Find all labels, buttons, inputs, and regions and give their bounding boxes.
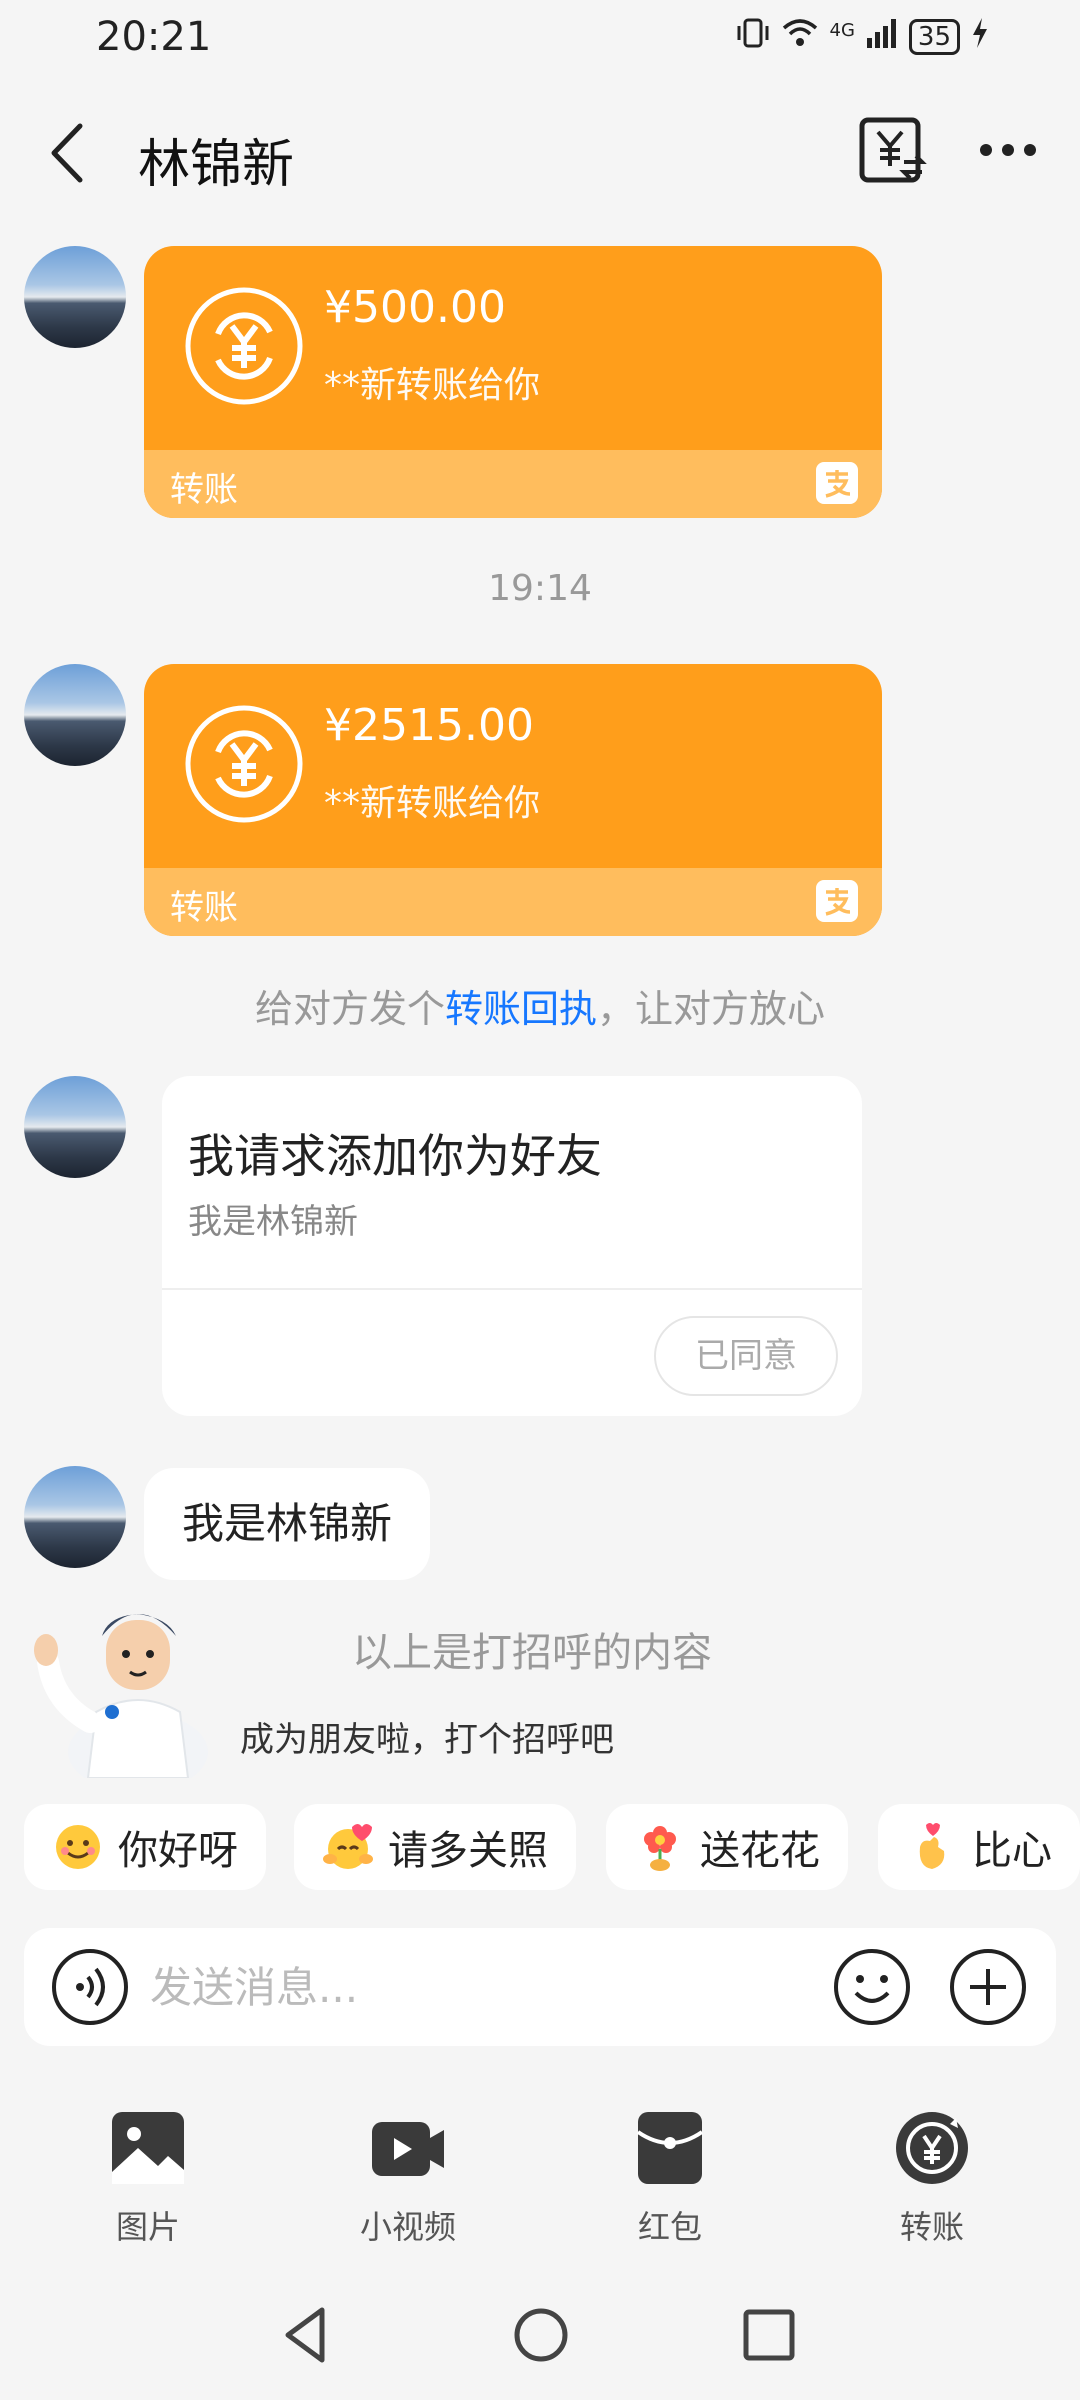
contact-avatar[interactable] <box>24 1466 126 1568</box>
quick-reply-chip[interactable]: 你好呀 <box>24 1804 266 1890</box>
time-divider: 19:14 <box>488 568 592 609</box>
transfer-icon <box>896 2112 968 2184</box>
transfer-yuan-icon <box>185 287 303 405</box>
transfer-label: 转账 <box>170 470 238 510</box>
alipay-icon <box>816 462 858 504</box>
quick-reply-label: 送花花 <box>700 1828 820 1874</box>
tool-label: 红包 <box>637 2208 702 2246</box>
finger-heart-icon <box>919 1823 945 1869</box>
quick-reply-label: 你好呀 <box>118 1828 238 1874</box>
more-dots-icon <box>980 144 1036 156</box>
transfer-receipt-button[interactable] <box>856 114 928 186</box>
vibrate-icon <box>736 16 770 58</box>
receipt-tip-suffix: ，让对方放心 <box>597 987 826 1031</box>
hug-face-icon <box>323 1824 373 1869</box>
back-button[interactable] <box>40 118 100 188</box>
status-bar: 20:21 4G 35 <box>0 0 1080 80</box>
greeting-hint: 以上是打招呼的内容 <box>352 1630 712 1676</box>
quick-reply-chip[interactable]: 比心 <box>878 1804 1080 1890</box>
divider <box>162 1288 862 1290</box>
smile-face-icon <box>56 1825 100 1869</box>
chat-header: 林锦新 <box>0 100 1080 200</box>
circle-home-icon <box>514 2308 568 2362</box>
image-icon <box>112 2112 184 2184</box>
voice-icon <box>52 1949 128 2025</box>
contact-avatar[interactable] <box>24 664 126 766</box>
network-type: 4G <box>829 19 855 41</box>
transfer-amount: ¥2515.00 <box>324 700 534 751</box>
transfer-label: 转账 <box>170 888 238 928</box>
alipay-icon <box>816 880 858 922</box>
message-input[interactable] <box>150 1952 810 2022</box>
charging-icon <box>970 16 990 58</box>
emoji-icon <box>834 1949 910 2025</box>
tool-label: 转账 <box>899 2208 964 2246</box>
wifi-icon <box>780 16 820 58</box>
transfer-description: **新转账给你 <box>324 783 541 824</box>
nav-back-button[interactable] <box>274 2300 344 2370</box>
transfer-receipt-link[interactable]: 转账回执 <box>445 987 597 1031</box>
video-icon <box>372 2122 444 2176</box>
contact-avatar[interactable] <box>24 246 126 348</box>
square-recents-icon <box>743 2309 795 2361</box>
signal-icon <box>865 16 899 58</box>
tool-red-packet[interactable]: 红包 <box>590 2110 750 2248</box>
triangle-back-icon <box>285 2307 325 2363</box>
receipt-tip-prefix: 给对方发个 <box>254 987 445 1031</box>
tool-label: 图片 <box>115 2208 180 2246</box>
battery-icon: 35 <box>908 19 960 55</box>
chat-title: 林锦新 <box>138 135 295 195</box>
more-actions-button[interactable] <box>948 1947 1028 2027</box>
transfer-yuan-icon <box>185 705 303 823</box>
quick-reply-chip[interactable]: 请多关照 <box>294 1804 576 1890</box>
red-packet-icon <box>636 2112 704 2184</box>
message-input-bar <box>24 1928 1056 2046</box>
transfer-card[interactable]: ¥500.00 **新转账给你 转账 <box>144 246 882 518</box>
tool-image[interactable]: 图片 <box>68 2110 228 2248</box>
quick-reply-chip[interactable]: 送花花 <box>606 1804 848 1890</box>
nav-home-button[interactable] <box>506 2300 576 2370</box>
greeting-subtitle: 成为朋友啦，打个招呼吧 <box>240 1720 614 1760</box>
transfer-amount: ¥500.00 <box>324 282 506 333</box>
transfer-description: **新转账给你 <box>324 365 541 406</box>
friend-request-card: 我请求添加你为好友 我是林锦新 已同意 <box>162 1076 862 1416</box>
more-options-button[interactable] <box>976 122 1040 178</box>
quick-reply-label: 比心 <box>972 1828 1052 1874</box>
voice-input-button[interactable] <box>50 1947 130 2027</box>
status-time: 20:21 <box>96 14 212 60</box>
tool-label: 小视频 <box>359 2208 456 2246</box>
friend-request-subtitle: 我是林锦新 <box>188 1202 358 1242</box>
flower-icon <box>644 1826 676 1871</box>
plus-icon <box>950 1949 1026 2025</box>
transfer-card[interactable]: ¥2515.00 **新转账给你 转账 <box>144 664 882 936</box>
tool-video[interactable]: 小视频 <box>328 2110 488 2248</box>
tool-transfer[interactable]: 转账 <box>852 2110 1012 2248</box>
receipt-yuan-icon <box>859 117 927 183</box>
text-message-bubble[interactable]: 我是林锦新 <box>144 1468 431 1580</box>
nav-recents-button[interactable] <box>734 2300 804 2370</box>
agreed-button: 已同意 <box>654 1316 838 1396</box>
chevron-left-icon <box>51 123 83 183</box>
receipt-tip: 给对方发个转账回执，让对方放心 <box>0 978 1080 1033</box>
quick-reply-label: 请多关照 <box>388 1828 548 1874</box>
contact-avatar[interactable] <box>24 1076 126 1178</box>
emoji-button[interactable] <box>832 1947 912 2027</box>
friend-request-title: 我请求添加你为好友 <box>188 1129 602 1183</box>
status-icons: 4G 35 <box>736 16 991 58</box>
greeting-mascot <box>28 1592 218 1792</box>
